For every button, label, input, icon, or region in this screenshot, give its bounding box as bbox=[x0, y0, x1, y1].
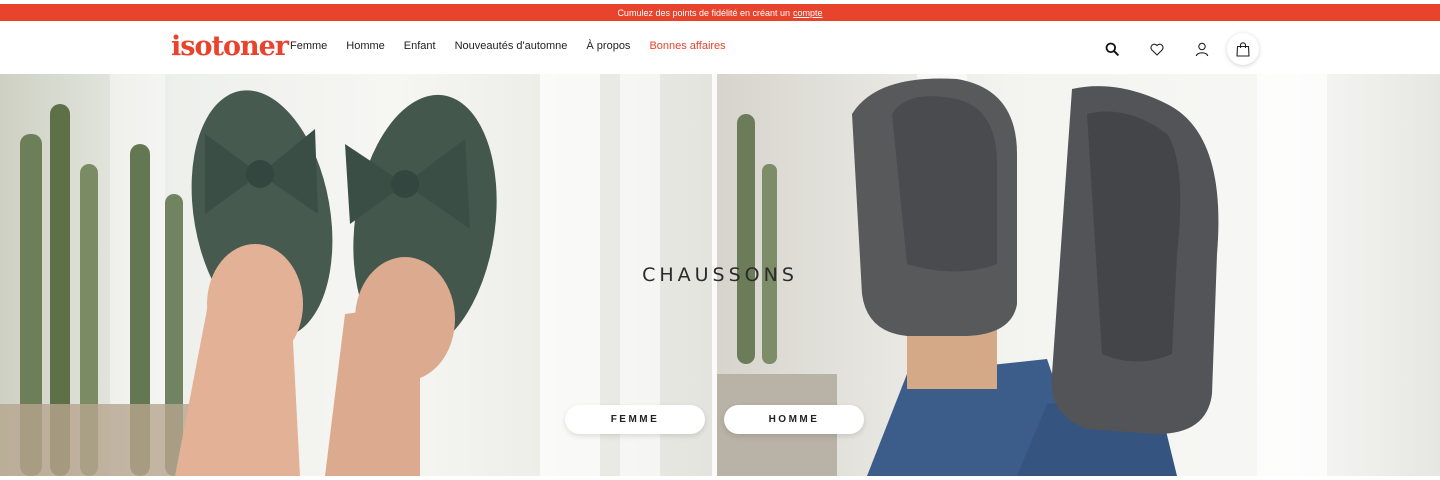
promo-text: Cumulez des points de fidélité en créant… bbox=[617, 7, 791, 18]
header-actions bbox=[1096, 33, 1272, 65]
hero-banner: CHAUSSONS FEMME HOMME bbox=[0, 74, 1440, 476]
hero-title: CHAUSSONS bbox=[642, 264, 798, 286]
nav-item-bonnes-affaires[interactable]: Bonnes affaires bbox=[649, 40, 725, 52]
brand-logo[interactable]: isotoner bbox=[171, 33, 289, 61]
nav-item-femme[interactable]: Femme bbox=[290, 40, 327, 52]
homme-button[interactable]: HOMME bbox=[724, 405, 864, 434]
promo-account-link[interactable]: compte bbox=[793, 8, 823, 18]
search-icon[interactable] bbox=[1096, 33, 1128, 65]
heart-icon[interactable] bbox=[1141, 33, 1173, 65]
promo-banner: Cumulez des points de fidélité en créant… bbox=[0, 4, 1440, 21]
main-nav: Femme Homme Enfant Nouveautés d'automne … bbox=[290, 40, 745, 52]
femme-button[interactable]: FEMME bbox=[565, 405, 705, 434]
nav-item-homme[interactable]: Homme bbox=[346, 40, 385, 52]
user-icon[interactable] bbox=[1186, 33, 1218, 65]
nav-item-nouveautes[interactable]: Nouveautés d'automne bbox=[455, 40, 568, 52]
shopping-bag-icon[interactable] bbox=[1227, 33, 1259, 65]
nav-item-a-propos[interactable]: À propos bbox=[586, 40, 630, 52]
nav-item-enfant[interactable]: Enfant bbox=[404, 40, 436, 52]
site-header: isotoner Femme Homme Enfant Nouveautés d… bbox=[0, 21, 1440, 74]
